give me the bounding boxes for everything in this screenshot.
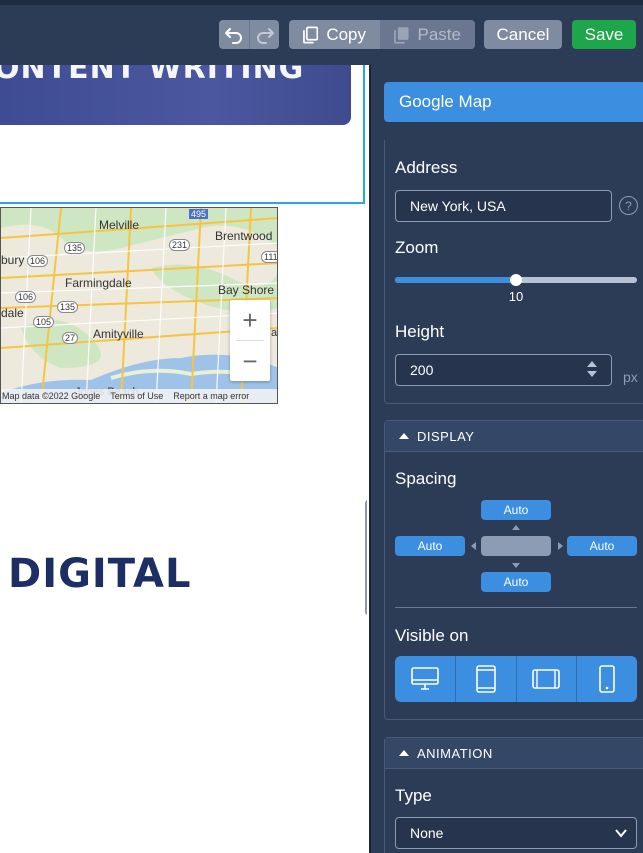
address-label: Address (395, 158, 458, 177)
display-card: DISPLAY Spacing Auto Auto Auto Auto Visi… (384, 420, 643, 720)
spacing-bottom-button[interactable]: Auto (481, 572, 551, 592)
animation-type-value: None (410, 825, 444, 841)
map-route-shield: 105 (33, 316, 55, 328)
map-place-label: at (271, 327, 278, 339)
map-place-label: Farmingdale (65, 276, 132, 290)
map-route-shield: 135 (64, 242, 86, 254)
display-section-title: DISPLAY (417, 428, 475, 444)
animation-section-title: ANIMATION (417, 745, 493, 761)
paste-label: Paste (417, 24, 461, 44)
paste-icon (394, 26, 409, 44)
visible-mobile-toggle[interactable] (576, 656, 637, 702)
map-settings-card: Address New York, USA ? Zoom 10 Height 2… (384, 140, 643, 404)
canvas-scrollbar[interactable] (365, 500, 367, 615)
collapse-caret-icon (399, 433, 409, 439)
copy-icon (303, 25, 319, 44)
height-unit: px (623, 369, 638, 385)
visible-tablet-portrait-toggle[interactable] (454, 656, 516, 702)
map-route-shield: 231 (169, 239, 191, 251)
zoom-slider-fill (395, 277, 516, 283)
animation-section-header[interactable]: ANIMATION (385, 738, 643, 769)
map-place-label: Bay Shore (218, 283, 275, 297)
visible-tablet-landscape-toggle[interactable] (515, 656, 577, 702)
undo-button[interactable] (219, 20, 249, 49)
section-divider (395, 607, 637, 608)
page-canvas: ONTENT WRITING Melville Brentwood bury F… (0, 65, 367, 853)
zoom-in-button[interactable]: + (230, 300, 270, 340)
zoom-label: Zoom (395, 238, 439, 257)
spacing-right-button[interactable]: Auto (567, 536, 637, 556)
map-route-shield: 27 (62, 332, 79, 344)
redo-button[interactable] (249, 20, 279, 49)
spacing-top-button[interactable]: Auto (481, 500, 551, 520)
visibility-toggle-group (395, 656, 637, 702)
map-data-credit: Map data ©2022 Google (2, 391, 101, 401)
display-section-header[interactable]: DISPLAY (385, 421, 643, 452)
animation-card: ANIMATION Type None (384, 737, 643, 853)
map-place-label: dale (1, 306, 24, 320)
panel-title: Google Map (384, 82, 643, 122)
height-input[interactable]: 200 (395, 354, 612, 386)
zoom-slider[interactable] (395, 274, 637, 286)
copy-label: Copy (326, 24, 366, 44)
arrow-left-icon (471, 542, 476, 550)
map-terms-link[interactable]: Terms of Use (110, 391, 163, 401)
redo-icon (256, 27, 274, 44)
map-place-label: Brentwood (215, 229, 273, 243)
map-report-link[interactable]: Report a map error (173, 391, 249, 401)
settings-panel: Google Map Address New York, USA ? Zoom … (369, 65, 643, 853)
copy-button[interactable]: Copy (289, 20, 380, 49)
desktop-icon (411, 667, 439, 690)
map-place-label: bury (1, 253, 25, 267)
help-icon[interactable]: ? (619, 196, 638, 215)
map-route-shield: 106 (27, 255, 49, 267)
zoom-value: 10 (508, 289, 524, 304)
spacing-label: Spacing (395, 469, 457, 488)
type-label: Type (395, 786, 432, 805)
visible-on-label: Visible on (395, 626, 469, 645)
animation-type-select[interactable]: None (395, 817, 637, 849)
map-zoom-control: + − (230, 300, 270, 381)
collapse-caret-icon (399, 750, 409, 756)
map-route-shield: 106 (15, 291, 37, 303)
paste-button[interactable]: Paste (380, 20, 475, 49)
map-route-shield: 495 (189, 209, 209, 219)
address-input[interactable]: New York, USA (395, 190, 612, 222)
map-place-label: Amityville (93, 327, 144, 341)
visible-desktop-toggle[interactable] (395, 656, 455, 702)
arrow-down-icon (512, 563, 520, 568)
save-button[interactable]: Save (572, 20, 636, 49)
map-route-shield: 111 (261, 251, 277, 263)
undo-icon (225, 27, 242, 44)
tablet-landscape-icon (532, 669, 561, 689)
height-value: 200 (410, 362, 434, 378)
copy-paste-group: Copy Paste (289, 20, 475, 49)
undo-redo-group (219, 20, 279, 49)
top-toolbar: Copy Paste Cancel Save (0, 0, 643, 65)
map-route-shield: 135 (57, 301, 79, 313)
arrow-up-icon (512, 525, 520, 530)
map-attribution: Map data ©2022 Google Terms of Use Repor… (1, 389, 277, 403)
zoom-out-button[interactable]: − (230, 341, 270, 381)
height-label: Height (395, 322, 445, 341)
map-place-label: Melville (99, 218, 140, 232)
section-heading: DIGITAL (8, 551, 192, 597)
stepper-up-icon[interactable] (587, 361, 597, 367)
arrow-right-icon (558, 542, 563, 550)
stepper-down-icon[interactable] (587, 371, 597, 377)
spacing-left-button[interactable]: Auto (395, 536, 465, 556)
mobile-icon (599, 665, 615, 693)
google-map-embed[interactable]: Melville Brentwood bury Farmingdale Bay … (0, 207, 278, 404)
tablet-portrait-icon (475, 665, 496, 693)
chevron-down-icon (615, 829, 627, 838)
spacing-center-box (481, 536, 551, 556)
zoom-slider-thumb[interactable] (510, 274, 522, 286)
selected-section-outline[interactable] (0, 65, 365, 204)
cancel-button[interactable]: Cancel (484, 20, 562, 49)
height-stepper[interactable] (587, 361, 597, 377)
